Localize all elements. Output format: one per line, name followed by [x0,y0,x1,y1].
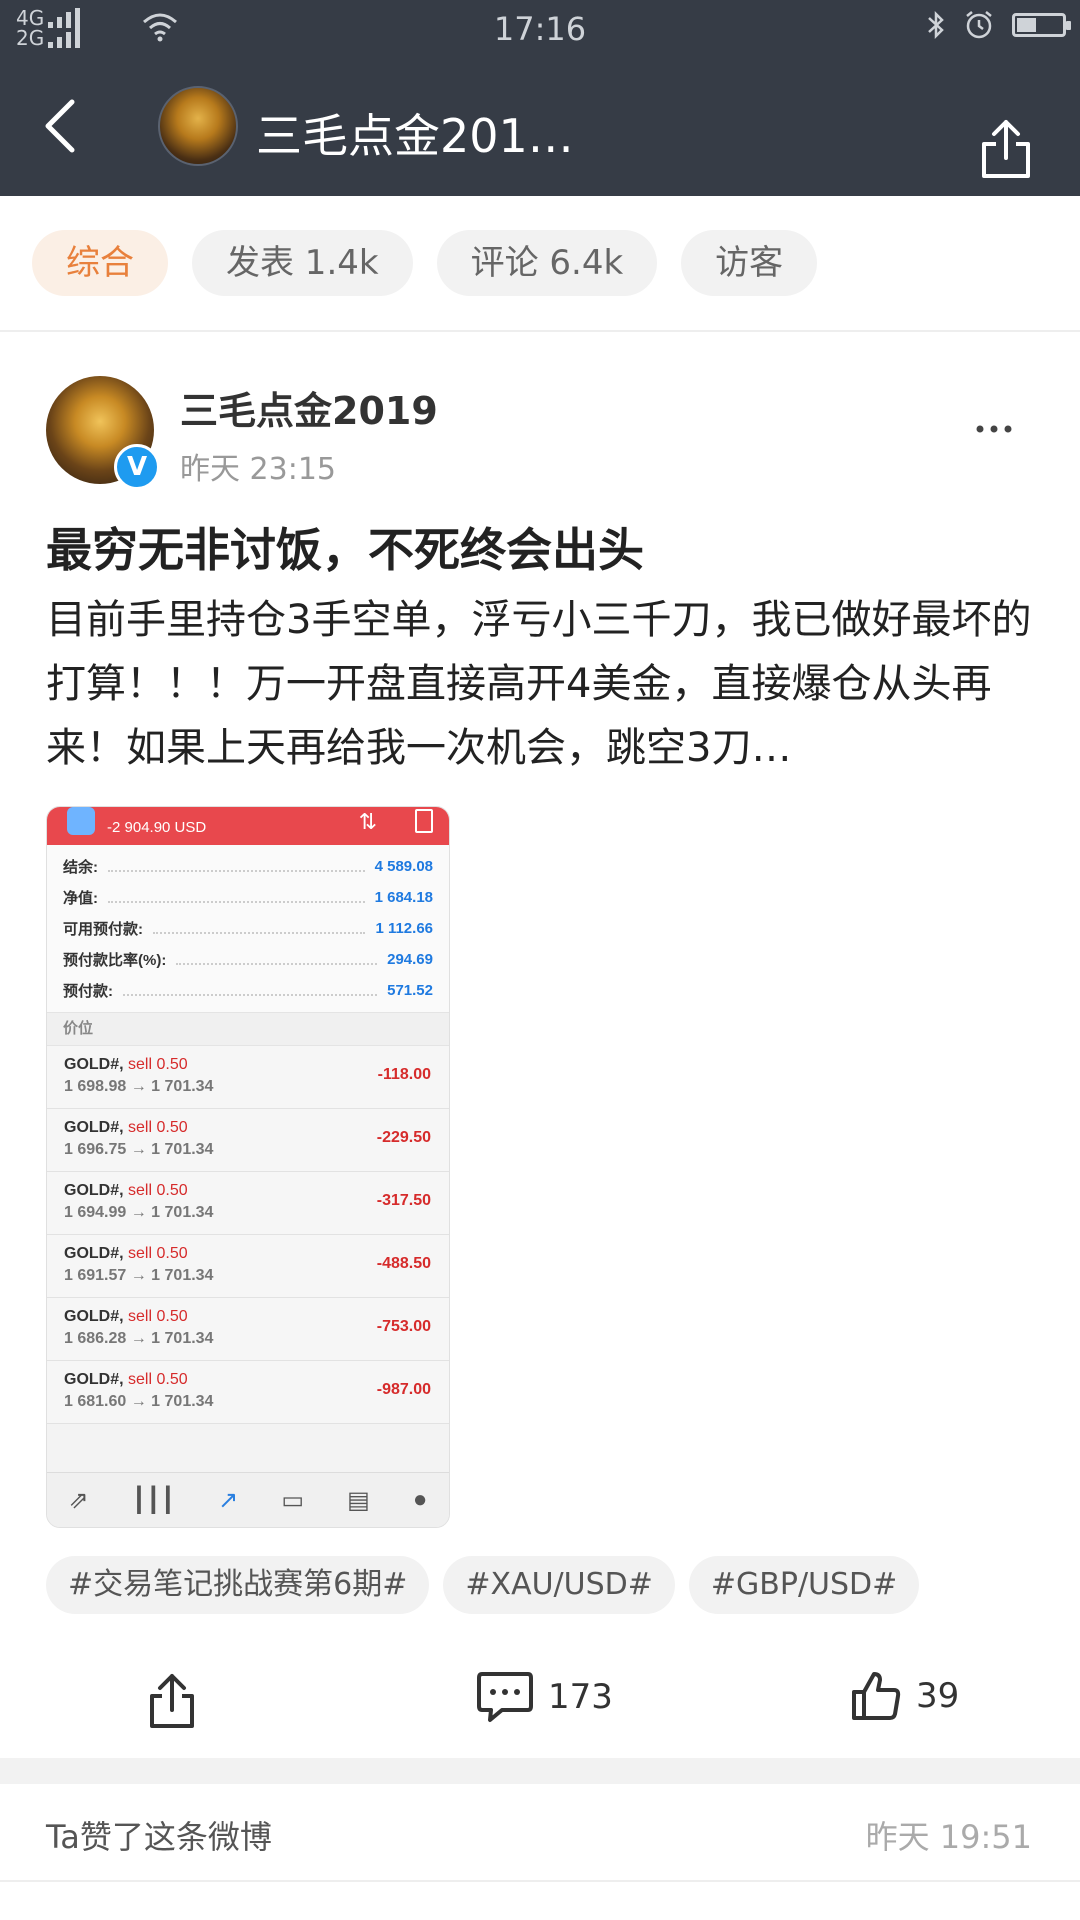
activity-text[interactable]: Ta赞了这条微博 [46,1812,272,1858]
floating-pl-amount: -2 904.90 USD [107,819,207,836]
header-avatar[interactable] [158,86,238,166]
battery-icon [1012,13,1071,37]
trade-app-header: -2 904.90 USD ⇅ [47,807,449,845]
verified-badge-icon: V [114,444,160,490]
status-bar: 4G 2G 17:16 [0,0,1080,56]
positions-section-header: 价位 [47,1012,449,1046]
sort-arrows-icon: ⇅ [358,809,377,834]
quotes-icon: ⇗ [68,1486,89,1514]
profile-tabs: 综合 发表 1.4k 评论 6.4k 访客 [32,230,818,296]
position-row: GOLD#, sell 0.50 1 694.99 → 1 701.34 -31… [47,1172,449,1235]
back-arrow-icon[interactable] [38,96,88,156]
page-title: 三毛点金201… [256,109,574,163]
summary-row: 净值: 1 684.18 [63,889,433,907]
comment-icon [477,1672,533,1722]
share-icon[interactable] [980,118,1032,180]
divider [0,1880,1080,1882]
topic-tag[interactable]: #交易笔记挑战赛第6期# [46,1556,430,1614]
position-row: GOLD#, sell 0.50 1 696.75 → 1 701.34 -22… [47,1109,449,1172]
summary-row: 预付款: 571.52 [63,982,433,1000]
post-body-text[interactable]: 目前手里持仓3手空单，浮亏小三千刀，我已做好最坏的打算！！！万一开盘直接高开4美… [46,588,1036,780]
topic-tag[interactable]: #XAU/USD# [443,1556,675,1614]
summary-row: 预付款比率(%): 294.69 [63,951,433,969]
trade-app-bottom-nav: ⇗ ┃┃┃ ↗ ▭ ▤ ● [47,1472,449,1527]
position-row: GOLD#, sell 0.50 1 691.57 → 1 701.34 -48… [47,1235,449,1298]
summary-row: 结余: 4 589.08 [63,858,433,876]
account-summary: 结余: 4 589.08 净值: 1 684.18 可用预付款: 1 112.66 预… [47,845,449,1012]
more-options-icon[interactable] [974,414,1014,444]
post-image[interactable]: -2 904.90 USD ⇅ 结余: 4 589.08 净值: 1 684.18 … [46,806,450,1528]
summary-row: 可用预付款: 1 112.66 [63,920,433,938]
like-count: 39 [916,1676,960,1716]
repost-button[interactable] [146,1670,198,1730]
new-order-icon [415,809,433,833]
post-username[interactable]: 三毛点金2019 [180,380,438,435]
clock: 17:16 [493,10,587,48]
like-button[interactable]: 39 [850,1670,959,1722]
top-navigation-bar: 三毛点金201… [0,56,1080,196]
bluetooth-icon [928,10,944,40]
thumbs-up-icon [852,1672,901,1720]
activity-timestamp: 昨天 19:51 [865,1818,1032,1856]
position-row: GOLD#, sell 0.50 1 698.98 → 1 701.34 -11… [47,1046,449,1109]
tab-visitors[interactable]: 访客 [681,230,818,296]
comment-button[interactable]: 173 [476,1670,613,1724]
chart-icon: ┃┃┃ [131,1486,176,1514]
divider [0,330,1080,332]
repost-icon [150,1674,194,1728]
post-timestamp: 昨天 23:15 [180,452,336,487]
tab-comments[interactable]: 评论 6.4k [436,230,658,296]
chat-icon: ● [412,1486,428,1513]
post-actions: 173 39 [0,1640,1080,1760]
topic-tag[interactable]: #GBP/USD# [688,1556,920,1614]
history-icon: ▭ [281,1486,305,1514]
alarm-icon [966,11,992,39]
post-title: 最穷无非讨饭，不死终会出头 [46,523,644,577]
trade-icon: ↗ [218,1486,239,1514]
topic-tags: #交易笔记挑战赛第6期# #XAU/USD# #GBP/USD# [46,1556,920,1614]
position-row: GOLD#, sell 0.50 1 681.60 → 1 701.34 -98… [47,1361,449,1424]
tab-overview[interactable]: 综合 [32,230,168,296]
position-row: GOLD#, sell 0.50 1 686.28 → 1 701.34 -75… [47,1298,449,1361]
app-logo-icon [67,807,95,835]
section-separator [0,1758,1080,1784]
tab-posts[interactable]: 发表 1.4k [192,230,413,296]
comment-count: 173 [548,1677,613,1717]
news-icon: ▤ [347,1486,370,1514]
